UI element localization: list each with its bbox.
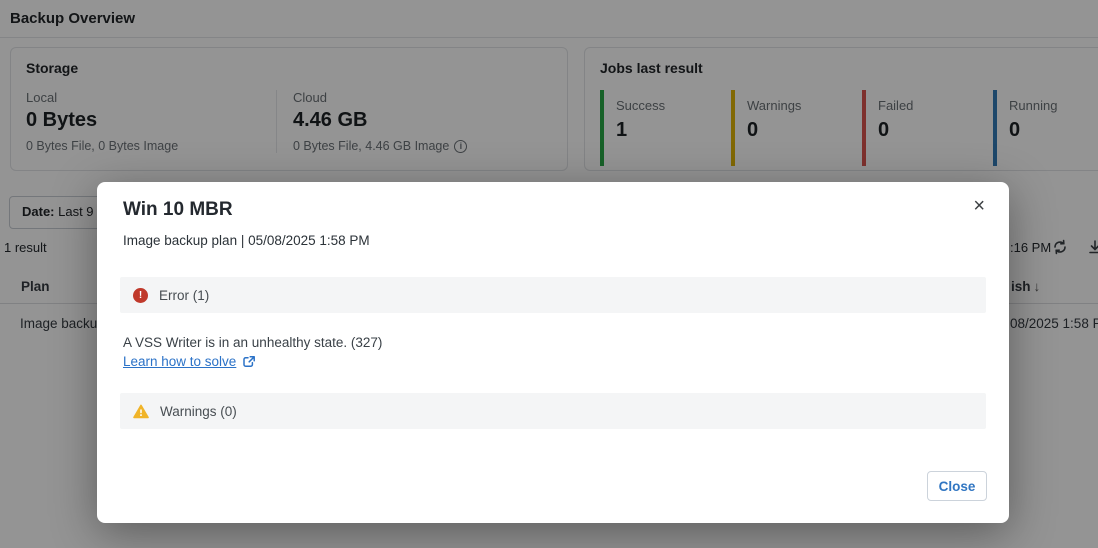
learn-how-to-solve-link[interactable]: Learn how to solve [123,354,236,369]
warning-section-bar[interactable]: Warnings (0) [120,393,986,429]
dialog-title: Win 10 MBR [123,199,233,221]
warning-section-label: Warnings (0) [160,404,237,419]
external-link-icon [242,355,256,369]
close-button[interactable]: Close [927,471,987,501]
close-icon[interactable]: × [973,196,985,216]
error-section-label: Error (1) [159,288,209,303]
error-section-bar[interactable]: ! Error (1) [120,277,986,313]
dialog-subtitle: Image backup plan | 05/08/2025 1:58 PM [123,233,370,248]
error-message: A VSS Writer is in an unhealthy state. (… [123,335,382,350]
solve-link-row: Learn how to solve [123,354,256,369]
error-icon: ! [133,288,148,303]
plan-result-dialog: Win 10 MBR Image backup plan | 05/08/202… [97,182,1009,523]
warning-icon [133,404,149,419]
